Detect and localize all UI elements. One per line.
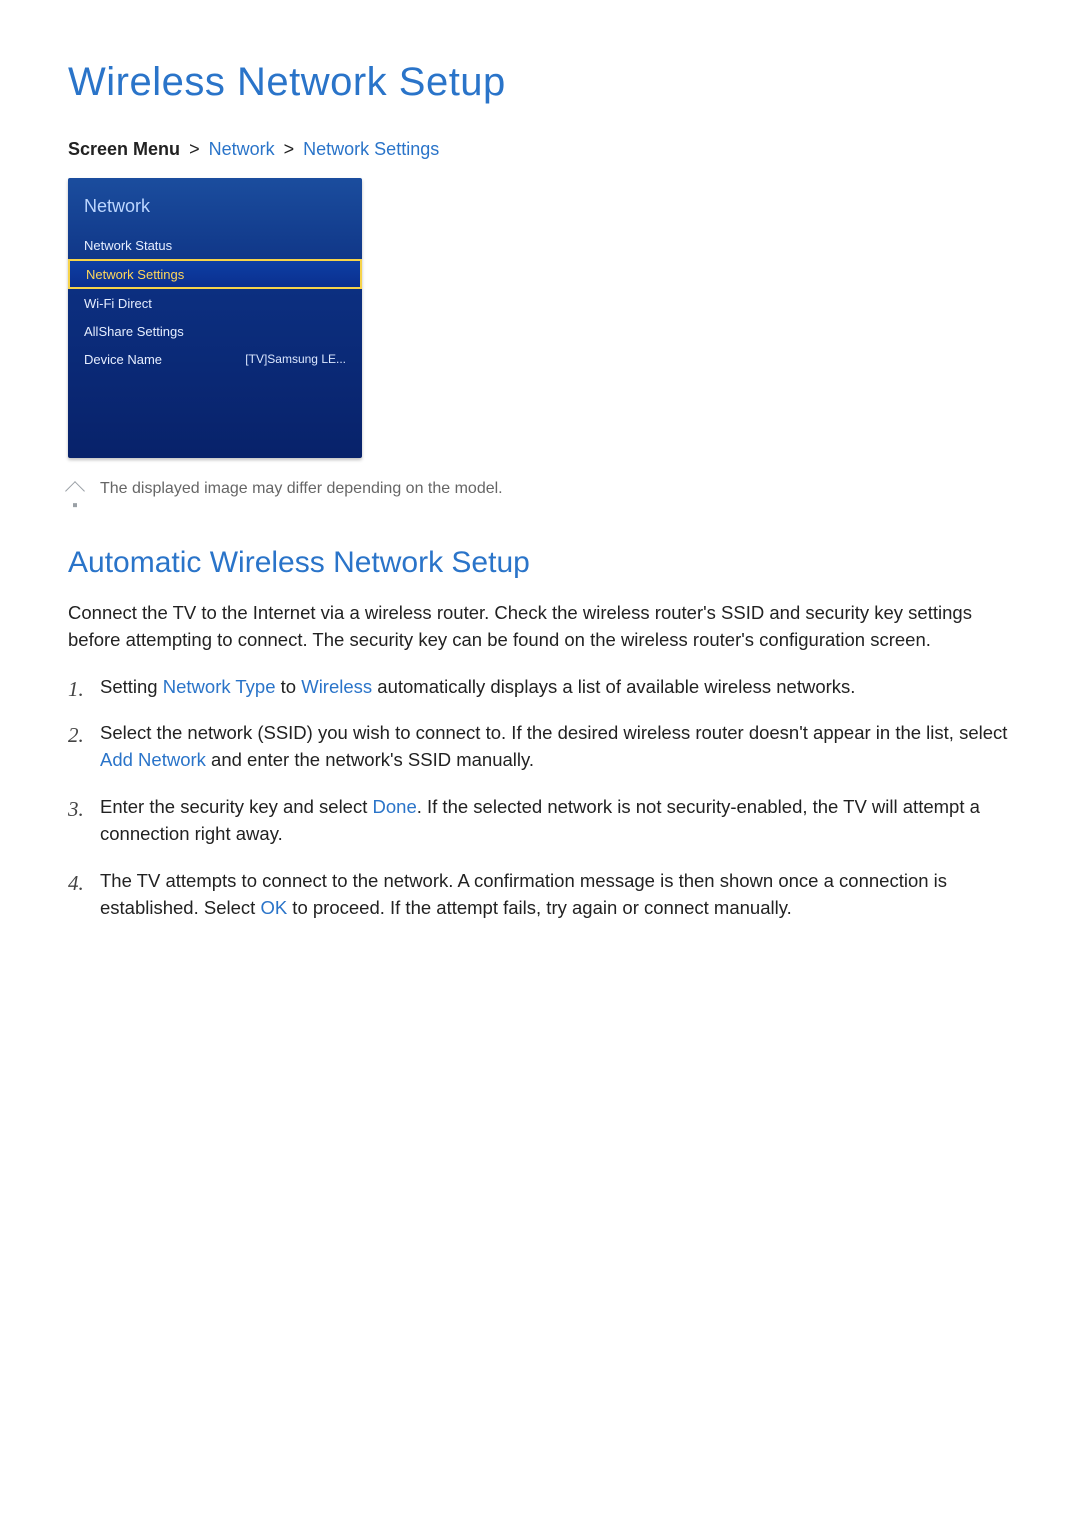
step-text: Setting xyxy=(100,676,163,697)
step-text: and enter the network's SSID manually. xyxy=(206,749,534,770)
note-text: The displayed image may differ depending… xyxy=(100,480,503,498)
breadcrumb-prefix: Screen Menu xyxy=(68,139,180,159)
chevron-right-icon: > xyxy=(189,139,200,159)
page-title: Wireless Network Setup xyxy=(68,60,1012,105)
tv-menu-item-wifi-direct[interactable]: Wi-Fi Direct xyxy=(68,289,362,317)
highlight-add-network: Add Network xyxy=(100,749,206,770)
tv-menu-item-allshare-settings[interactable]: AllShare Settings xyxy=(68,317,362,345)
tv-menu-panel: Network Network Status Network Settings … xyxy=(68,178,362,458)
tv-menu-item-network-settings[interactable]: Network Settings xyxy=(68,259,362,289)
menu-item-label: Network Status xyxy=(84,238,172,253)
menu-item-label: Wi-Fi Direct xyxy=(84,296,152,311)
page-root: Wireless Network Setup Screen Menu > Net… xyxy=(0,0,1080,921)
highlight-wireless: Wireless xyxy=(301,676,372,697)
step-2: Select the network (SSID) you wish to co… xyxy=(100,720,1012,774)
steps-list: Setting Network Type to Wireless automat… xyxy=(68,674,1012,922)
breadcrumb: Screen Menu > Network > Network Settings xyxy=(68,139,1012,160)
intro-paragraph: Connect the TV to the Internet via a wir… xyxy=(68,600,1012,654)
menu-item-value: [TV]Samsung LE... xyxy=(245,352,346,366)
menu-item-label: Network Settings xyxy=(86,267,184,282)
section-title: Automatic Wireless Network Setup xyxy=(68,546,1012,580)
step-4: The TV attempts to connect to the networ… xyxy=(100,868,1012,922)
breadcrumb-item-network-settings: Network Settings xyxy=(303,139,439,159)
step-text: automatically displays a list of availab… xyxy=(372,676,855,697)
step-text: Select the network (SSID) you wish to co… xyxy=(100,722,1007,743)
tv-menu-item-network-status[interactable]: Network Status xyxy=(68,231,362,259)
step-1: Setting Network Type to Wireless automat… xyxy=(100,674,1012,701)
step-text: Enter the security key and select xyxy=(100,796,373,817)
menu-item-label: AllShare Settings xyxy=(84,324,184,339)
highlight-done: Done xyxy=(373,796,417,817)
highlight-ok: OK xyxy=(260,897,287,918)
highlight-network-type: Network Type xyxy=(163,676,276,697)
pencil-icon xyxy=(65,481,85,501)
tv-menu-item-device-name[interactable]: Device Name [TV]Samsung LE... xyxy=(68,345,362,373)
tv-panel-title: Network xyxy=(68,192,362,231)
breadcrumb-item-network: Network xyxy=(209,139,275,159)
note-row: The displayed image may differ depending… xyxy=(68,480,1012,498)
step-text: to proceed. If the attempt fails, try ag… xyxy=(287,897,792,918)
step-3: Enter the security key and select Done. … xyxy=(100,794,1012,848)
chevron-right-icon: > xyxy=(284,139,295,159)
menu-item-label: Device Name xyxy=(84,352,162,367)
step-text: to xyxy=(276,676,302,697)
